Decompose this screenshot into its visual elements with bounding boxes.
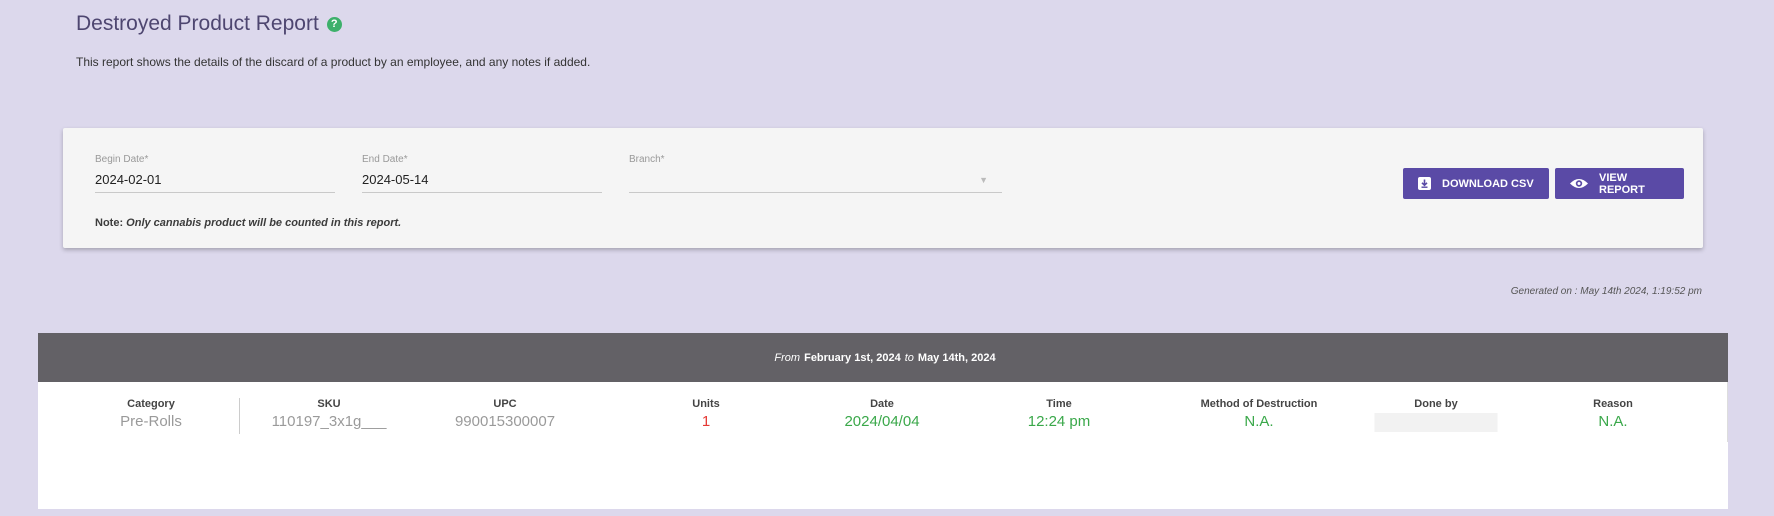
done-by-value xyxy=(1374,413,1498,432)
cell-time: 12:24 pm xyxy=(1027,413,1091,430)
from-word: From xyxy=(774,351,801,364)
cell-upc: 990015300007 xyxy=(454,413,556,430)
page-title: Destroyed Product Report ? xyxy=(76,12,342,36)
cell-reason: N.A. xyxy=(1598,413,1628,430)
cell-sku: 110197_3x1g___ xyxy=(271,413,387,430)
column-done-by: Done by xyxy=(1374,398,1498,436)
cell-method: N.A. xyxy=(1244,413,1274,430)
cell-units: 1 xyxy=(701,413,711,430)
column-sku: SKU 110197_3x1g___ xyxy=(272,398,387,430)
from-date: February 1st, 2024 xyxy=(804,351,901,364)
download-icon xyxy=(1417,176,1432,191)
to-word: to xyxy=(904,351,914,364)
begin-date-input[interactable]: 2024-02-01 xyxy=(95,172,335,193)
column-header: Done by xyxy=(1414,398,1458,410)
eye-icon xyxy=(1569,177,1589,190)
column-date: Date 2024/04/04 xyxy=(844,398,919,430)
page-subtitle: This report shows the details of the dis… xyxy=(76,55,591,69)
column-header: Date xyxy=(870,398,894,410)
note-text: Only cannabis product will be counted in… xyxy=(126,217,402,229)
branch-select[interactable] xyxy=(629,172,1002,193)
cell-category: Pre-Rolls xyxy=(120,413,182,430)
branch-field[interactable]: Branch* ▼ xyxy=(629,154,1002,193)
generated-timestamp: Generated on : May 14th 2024, 1:19:52 pm xyxy=(1510,286,1702,297)
branch-label: Branch* xyxy=(629,154,665,165)
page-title-text: Destroyed Product Report xyxy=(76,12,319,35)
cell-done-by xyxy=(1374,413,1498,436)
column-method: Method of Destruction N.A. xyxy=(1201,398,1318,430)
table-right-edge xyxy=(1727,382,1728,442)
column-units: Units 1 xyxy=(692,398,720,430)
end-date-field[interactable]: End Date* 2024-05-14 xyxy=(362,154,602,193)
column-header: UPC xyxy=(493,398,517,410)
column-reason: Reason N.A. xyxy=(1593,398,1633,430)
column-divider xyxy=(239,398,240,434)
report-date-range: From February 1st, 2024 to May 14th, 202… xyxy=(38,333,1728,382)
note-prefix: Note: xyxy=(95,217,124,229)
begin-date-label: Begin Date* xyxy=(95,154,149,165)
end-date-label: End Date* xyxy=(362,154,408,165)
help-icon[interactable]: ? xyxy=(326,16,342,32)
filter-card: Begin Date* 2024-02-01 End Date* 2024-05… xyxy=(63,128,1703,248)
view-report-button[interactable]: VIEW REPORT xyxy=(1555,168,1684,199)
column-time: Time 12:24 pm xyxy=(1028,398,1091,430)
to-date: May 14th, 2024 xyxy=(917,351,996,364)
begin-date-field[interactable]: Begin Date* 2024-02-01 xyxy=(95,154,335,193)
column-header: Category xyxy=(127,398,175,410)
note: Note: Only cannabis product will be coun… xyxy=(95,217,401,229)
column-upc: UPC 990015300007 xyxy=(455,398,555,430)
column-header: Reason xyxy=(1593,398,1633,410)
download-csv-button[interactable]: DOWNLOAD CSV xyxy=(1403,168,1549,199)
report-table: Category Pre-Rolls SKU 110197_3x1g___ UP… xyxy=(38,382,1728,509)
column-header: Units xyxy=(692,398,720,410)
chevron-down-icon[interactable]: ▼ xyxy=(979,175,988,185)
end-date-input[interactable]: 2024-05-14 xyxy=(362,172,602,193)
view-report-label: VIEW REPORT xyxy=(1599,171,1645,196)
download-csv-label: DOWNLOAD CSV xyxy=(1442,177,1534,190)
column-header: Time xyxy=(1046,398,1072,410)
cell-date: 2024/04/04 xyxy=(844,413,920,430)
column-header: SKU xyxy=(317,398,341,410)
column-header: Method of Destruction xyxy=(1200,398,1318,410)
column-category: Category Pre-Rolls xyxy=(120,398,182,430)
